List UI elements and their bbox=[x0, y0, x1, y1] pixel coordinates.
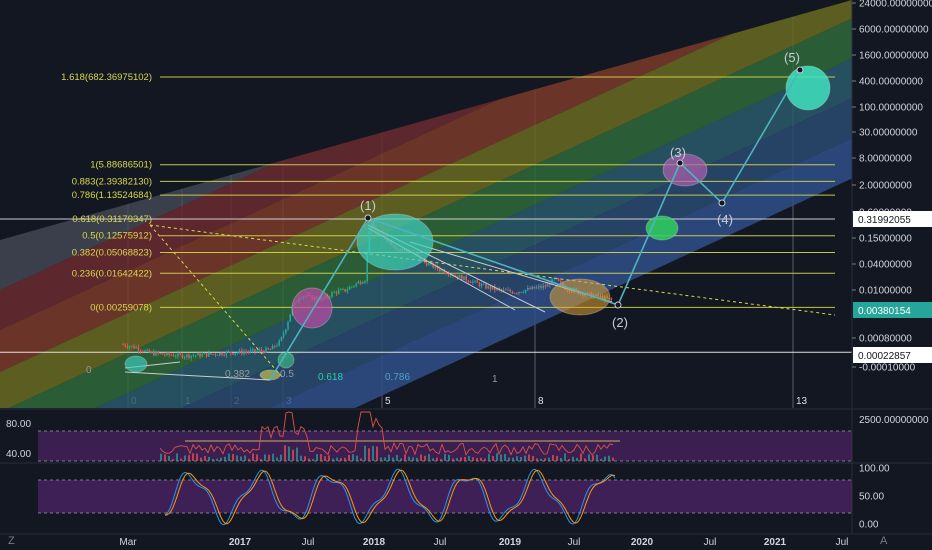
fib-level-label: 0(0.00259078) bbox=[90, 302, 152, 313]
svg-text:0.00022857: 0.00022857 bbox=[858, 351, 911, 362]
time-tick-label: Jul bbox=[704, 537, 717, 548]
fib-time-label: 13 bbox=[796, 396, 808, 407]
highlight-ellipse bbox=[785, 65, 831, 111]
price-tick-label: 100.00000000 bbox=[859, 103, 923, 114]
volume-tick-label: 40.00 bbox=[6, 449, 31, 460]
price-tick-label: 30.00000000 bbox=[859, 128, 918, 139]
fib-level-label: 0.382(0.05068823) bbox=[72, 248, 152, 259]
stoch-tick-label: 50.00 bbox=[859, 492, 884, 503]
wave-label: (4) bbox=[717, 212, 733, 227]
time-tick-label: 2020 bbox=[631, 537, 654, 548]
svg-text:0.00380154: 0.00380154 bbox=[858, 306, 911, 317]
fib-level-label: 1(5.88686501) bbox=[90, 160, 152, 171]
price-tick-label: 400.00000000 bbox=[859, 77, 923, 88]
volume-pane: 80.00 40.00 2500.00000000 bbox=[0, 408, 932, 464]
price-tick-label: -0.00010000 bbox=[859, 363, 916, 374]
channel-label: 0.5 bbox=[280, 369, 294, 380]
price-tick-label: 0.00080000 bbox=[859, 334, 912, 345]
time-tick-label: 2018 bbox=[363, 537, 386, 548]
time-tick-label: 2021 bbox=[764, 537, 787, 548]
time-tick-label: Jul bbox=[434, 537, 447, 548]
time-tick-label: Mar bbox=[119, 537, 137, 548]
wave-point bbox=[614, 301, 622, 309]
wave-label: (5) bbox=[784, 50, 800, 65]
channel-label: 1 bbox=[492, 374, 498, 385]
time-tick-label: 2019 bbox=[499, 537, 522, 548]
price-tick-label: 0.04000000 bbox=[859, 260, 912, 271]
stoch-rsi-pane: 100.00 50.00 0.00 bbox=[38, 464, 890, 531]
auto-scale-icon[interactable]: A bbox=[880, 535, 888, 547]
highlight-ellipse bbox=[356, 213, 434, 271]
volume-tick-label: 80.00 bbox=[6, 419, 31, 430]
fib-level-label: 0.618(0.31179347) bbox=[72, 214, 152, 225]
candle bbox=[289, 314, 291, 322]
time-axis[interactable]: Mar 2017 Jul 2018 Jul 2019 Jul 2020 Jul 2021 Jul bbox=[0, 533, 932, 548]
fib-time-label: 8 bbox=[538, 396, 544, 407]
wave-point bbox=[796, 66, 804, 74]
price-label[interactable]: 0.00380154 bbox=[853, 302, 932, 318]
channel-label: 0.786 bbox=[385, 372, 410, 383]
channel-label: 0.382 bbox=[225, 369, 250, 380]
wave-point bbox=[676, 159, 684, 167]
fib-level-label: 0.883(2.39382130) bbox=[72, 176, 152, 187]
chart-canvas: 01235813 1.618(682.36975102)1(5.88686501… bbox=[0, 0, 932, 548]
volume-axis-label: 2500.00000000 bbox=[859, 415, 929, 426]
price-tick-label: 2.00000000 bbox=[859, 181, 912, 192]
wave-label: (3) bbox=[670, 145, 686, 160]
channel-label: 0 bbox=[86, 365, 92, 376]
price-tick-label: 24000.00000000 bbox=[859, 0, 932, 10]
price-tick-label: 0.15000000 bbox=[859, 234, 912, 245]
fib-level-label: 1.618(682.36975102) bbox=[61, 72, 152, 83]
highlight-ellipse bbox=[124, 355, 148, 373]
wave-point bbox=[718, 199, 726, 207]
time-tick-label: Jul bbox=[302, 537, 315, 548]
highlight-ellipse bbox=[291, 287, 333, 329]
wave-label: (2) bbox=[612, 315, 628, 330]
price-axis[interactable]: 24000.00000000 6000.00000000 1600.00000000… bbox=[851, 0, 932, 534]
channel-label: 0.618 bbox=[318, 372, 343, 383]
fib-level-label: 0.5(0.12575912) bbox=[82, 231, 152, 242]
candle bbox=[287, 320, 289, 331]
fib-level-label: 0.786(1.13524684) bbox=[72, 190, 152, 201]
candle bbox=[463, 276, 465, 281]
time-tick-label: 2017 bbox=[229, 537, 252, 548]
price-tick-label: 8.00000000 bbox=[859, 154, 912, 165]
log-scale-icon[interactable]: Z bbox=[8, 535, 15, 547]
svg-text:0.31992055: 0.31992055 bbox=[858, 215, 911, 226]
stoch-tick-label: 0.00 bbox=[859, 520, 879, 531]
price-label[interactable]: 0.31992055 bbox=[853, 211, 932, 227]
fib-time-label: 5 bbox=[385, 396, 391, 407]
wave-label: (1) bbox=[360, 198, 376, 213]
time-tick-label: Jul bbox=[568, 537, 581, 548]
price-tick-label: 6000.00000000 bbox=[859, 25, 929, 36]
fib-level-label: 0.236(0.01642422) bbox=[72, 268, 152, 279]
price-label[interactable]: 0.00022857 bbox=[853, 347, 932, 363]
candle bbox=[557, 278, 560, 282]
stoch-tick-label: 100.00 bbox=[859, 464, 890, 475]
price-tick-label: 1600.00000000 bbox=[859, 51, 929, 62]
price-tick-label: 0.01000000 bbox=[859, 286, 912, 297]
time-tick-label: Jul bbox=[836, 537, 849, 548]
wave-point bbox=[364, 214, 372, 222]
